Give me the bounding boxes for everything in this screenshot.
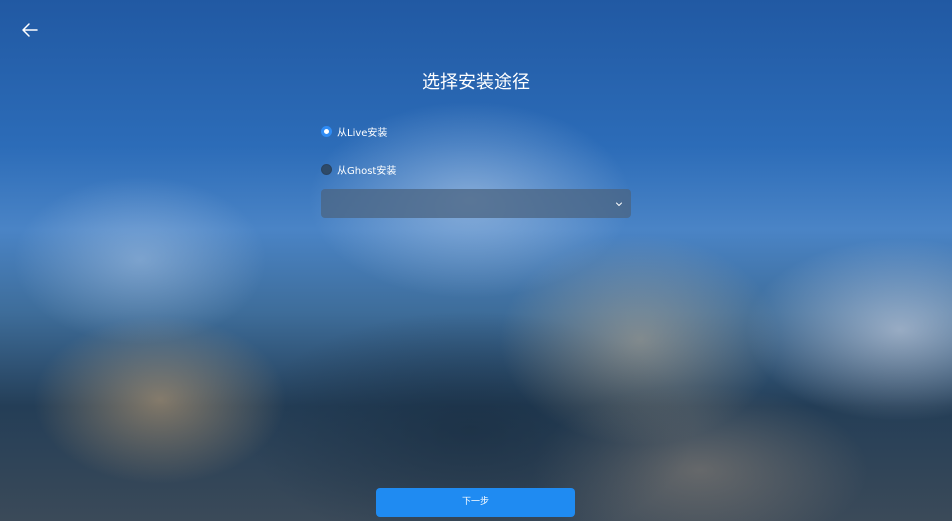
radio-live[interactable] (321, 126, 332, 137)
option-label-live: 从Live安装 (337, 128, 388, 139)
page-title: 选择安装途径 (422, 72, 530, 93)
next-button[interactable]: 下一步 (376, 488, 575, 517)
chevron-down-icon (616, 202, 622, 206)
arrow-left-icon (22, 23, 38, 37)
option-label-ghost: 从Ghost安装 (337, 166, 397, 177)
back-button[interactable] (18, 18, 42, 42)
ghost-image-select[interactable] (321, 189, 631, 218)
radio-ghost[interactable] (321, 164, 332, 175)
install-from-ghost-option[interactable]: 从Ghost安装 (321, 162, 396, 177)
install-from-live-option[interactable]: 从Live安装 (321, 124, 387, 139)
